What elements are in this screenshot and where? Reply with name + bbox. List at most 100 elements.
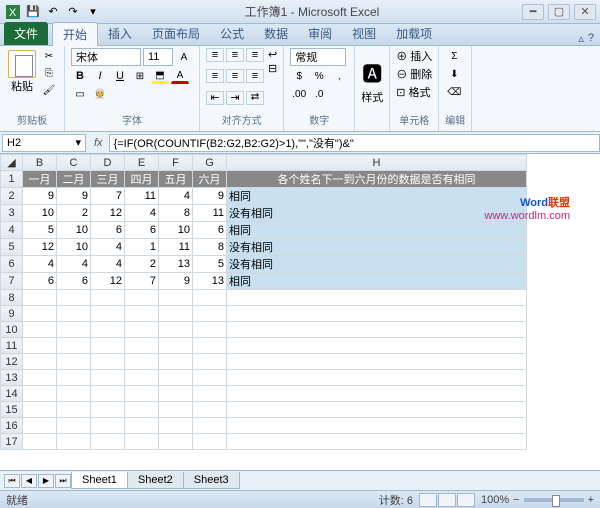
header-cell[interactable]: 三月 [91,171,125,188]
tab-layout[interactable]: 页面布局 [142,22,210,45]
row-header[interactable]: 16 [1,418,23,434]
cell[interactable] [227,386,527,402]
cell[interactable]: 10 [23,205,57,222]
header-cell[interactable]: 四月 [125,171,159,188]
col-header[interactable]: H [227,155,527,171]
cell[interactable]: 12 [23,239,57,256]
cell-selected[interactable]: 相同 [227,222,527,239]
cell[interactable] [193,290,227,306]
cell[interactable]: 9 [159,273,193,290]
sheet-tab[interactable]: Sheet3 [183,472,240,489]
close-button[interactable]: ✕ [574,4,596,20]
styles-icon[interactable]: 🅰 [362,58,382,87]
tab-insert[interactable]: 插入 [98,22,142,45]
cell[interactable]: 7 [125,273,159,290]
cell[interactable] [23,370,57,386]
header-cell[interactable]: 五月 [159,171,193,188]
cell[interactable] [193,338,227,354]
cell-selected[interactable]: 没有相同 [227,239,527,256]
row-header[interactable]: 10 [1,322,23,338]
border-bottom-icon[interactable]: ▭ [71,86,89,102]
cell-selected[interactable]: 相同 [227,273,527,290]
cell[interactable] [159,322,193,338]
font-size-select[interactable]: 11 [143,48,173,66]
cell[interactable] [91,354,125,370]
col-header[interactable]: E [125,155,159,171]
formula-input[interactable]: {=IF(OR(COUNTIF(B2:G2,B2:G2)>1),"","没有")… [109,134,600,152]
tab-review[interactable]: 审阅 [298,22,342,45]
underline-button[interactable]: U [111,68,129,84]
header-cell[interactable]: 六月 [193,171,227,188]
cell[interactable] [57,354,91,370]
number-format-select[interactable]: 常规 [290,48,346,66]
cell-selected[interactable]: 没有相同 [227,256,527,273]
cell[interactable]: 13 [159,256,193,273]
increase-font-icon[interactable]: A [175,49,193,65]
zoom-in-icon[interactable]: + [588,494,594,506]
cell[interactable] [23,418,57,434]
decrease-decimal-icon[interactable]: .0 [310,86,328,102]
tab-nav-prev[interactable]: ◀ [21,474,37,488]
cell[interactable] [193,402,227,418]
tab-home[interactable]: 开始 [52,22,98,46]
row-header[interactable]: 6 [1,256,23,273]
cell[interactable] [23,290,57,306]
cell[interactable] [159,290,193,306]
cell[interactable] [227,434,527,450]
cell[interactable] [227,354,527,370]
cell[interactable] [227,402,527,418]
italic-button[interactable]: I [91,68,109,84]
cell[interactable] [227,290,527,306]
col-header[interactable]: C [57,155,91,171]
cell[interactable] [91,370,125,386]
tab-formulas[interactable]: 公式 [210,22,254,45]
cell-selected[interactable]: 没有相同 [227,205,527,222]
cell[interactable] [193,306,227,322]
font-name-select[interactable]: 宋体 [71,48,141,66]
clear-icon[interactable]: ⌫ [445,84,463,100]
cell[interactable]: 4 [125,205,159,222]
cell[interactable] [159,354,193,370]
cell[interactable] [159,306,193,322]
redo-icon[interactable]: ↷ [64,3,82,21]
cell[interactable]: 2 [125,256,159,273]
phonetic-icon[interactable]: 👳 [91,86,109,102]
cell[interactable] [159,386,193,402]
fill-icon[interactable]: ⬇ [445,66,463,82]
bold-button[interactable]: B [71,68,89,84]
insert-cells-button[interactable]: ⊕ 插入 [396,48,432,64]
col-header[interactable]: B [23,155,57,171]
row-header[interactable]: 9 [1,306,23,322]
tab-nav-last[interactable]: ⏭ [55,474,71,488]
cell[interactable] [91,418,125,434]
cell[interactable] [159,370,193,386]
cell[interactable] [125,418,159,434]
cell[interactable]: 9 [193,188,227,205]
cell[interactable] [159,338,193,354]
cell[interactable] [227,338,527,354]
cell[interactable] [57,306,91,322]
cell[interactable] [23,306,57,322]
maximize-button[interactable]: ▢ [548,4,570,20]
save-icon[interactable]: 💾 [24,3,42,21]
header-cell[interactable]: 二月 [57,171,91,188]
sheet-tab[interactable]: Sheet2 [127,472,184,489]
tab-nav-first[interactable]: ⏮ [4,474,20,488]
view-pagebreak-icon[interactable] [457,493,475,507]
cell[interactable] [23,434,57,450]
cell[interactable] [91,434,125,450]
cell[interactable] [159,402,193,418]
wrap-text-icon[interactable]: ↩ [268,48,277,61]
tab-data[interactable]: 数据 [254,22,298,45]
row-header[interactable]: 1 [1,171,23,188]
cell[interactable] [193,354,227,370]
cell[interactable] [91,402,125,418]
cell[interactable]: 7 [91,188,125,205]
paste-button[interactable]: 粘贴 [6,48,38,110]
cell[interactable]: 4 [91,239,125,256]
cell[interactable] [57,418,91,434]
copy-icon[interactable]: ⎘ [40,65,58,81]
col-header[interactable]: D [91,155,125,171]
header-cell[interactable]: 一月 [23,171,57,188]
cell[interactable]: 11 [125,188,159,205]
